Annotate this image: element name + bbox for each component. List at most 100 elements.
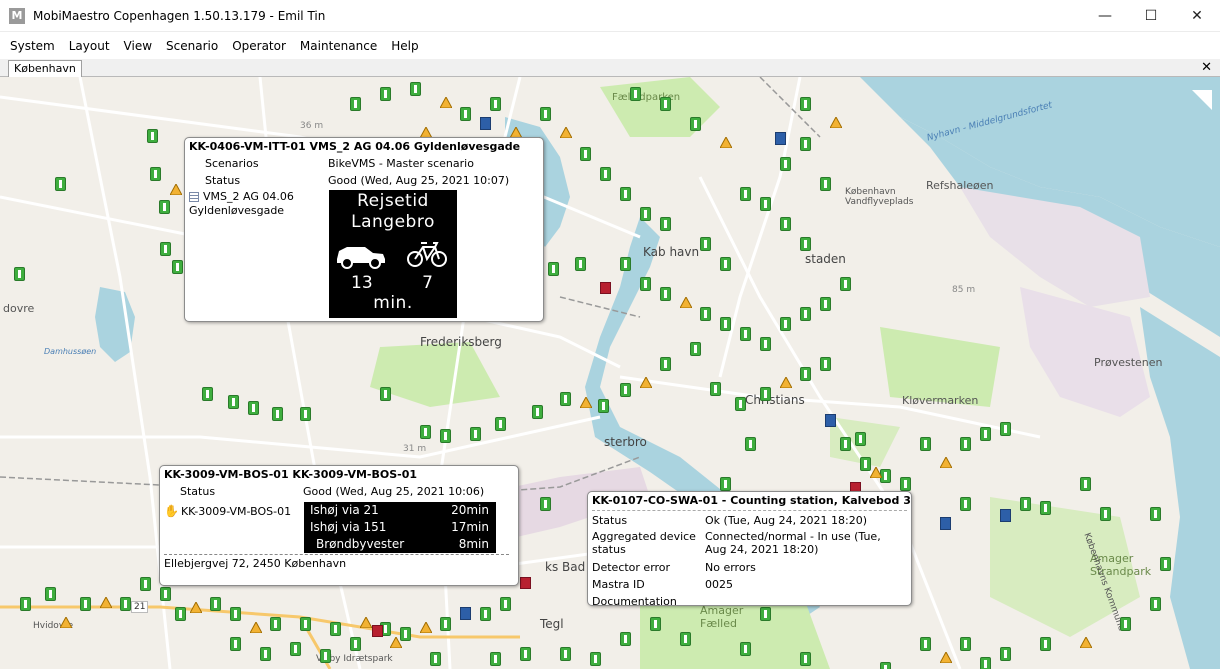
warning-marker-icon[interactable] bbox=[829, 115, 843, 129]
signal-marker-icon[interactable] bbox=[800, 367, 811, 381]
signal-marker-icon[interactable] bbox=[560, 647, 571, 661]
menu-system[interactable]: System bbox=[3, 33, 62, 59]
signal-marker-icon[interactable] bbox=[800, 137, 811, 151]
signal-marker-icon[interactable] bbox=[159, 200, 170, 214]
signal-marker-icon[interactable] bbox=[920, 637, 931, 651]
map-view[interactable]: Frederiksberg Christians sterbro Refshal… bbox=[0, 77, 1220, 669]
signal-marker-icon[interactable] bbox=[490, 97, 501, 111]
signal-marker-icon[interactable] bbox=[1120, 617, 1131, 631]
signal-marker-icon[interactable] bbox=[660, 217, 671, 231]
parking-marker-icon[interactable] bbox=[480, 117, 491, 130]
signal-marker-icon[interactable] bbox=[548, 262, 559, 276]
warning-marker-icon[interactable] bbox=[869, 465, 883, 479]
warning-marker-icon[interactable] bbox=[359, 615, 373, 629]
parking-marker-icon[interactable] bbox=[825, 414, 836, 427]
signal-marker-icon[interactable] bbox=[800, 237, 811, 251]
signal-marker-icon[interactable] bbox=[690, 342, 701, 356]
signal-marker-icon[interactable] bbox=[960, 497, 971, 511]
warning-marker-icon[interactable] bbox=[939, 455, 953, 469]
signal-marker-icon[interactable] bbox=[640, 207, 651, 221]
signal-marker-icon[interactable] bbox=[720, 477, 731, 491]
signal-marker-icon[interactable] bbox=[147, 129, 158, 143]
signal-marker-icon[interactable] bbox=[1000, 422, 1011, 436]
signal-marker-icon[interactable] bbox=[710, 382, 721, 396]
signal-marker-icon[interactable] bbox=[520, 647, 531, 661]
signal-marker-icon[interactable] bbox=[230, 637, 241, 651]
device-entry[interactable]: VMS_2 AG 04.06 Gyldenløvesgade bbox=[189, 190, 319, 218]
signal-marker-icon[interactable] bbox=[540, 497, 551, 511]
signal-marker-icon[interactable] bbox=[290, 642, 301, 656]
signal-marker-icon[interactable] bbox=[700, 307, 711, 321]
signal-marker-icon[interactable] bbox=[630, 87, 641, 101]
signal-marker-icon[interactable] bbox=[210, 597, 221, 611]
signal-marker-icon[interactable] bbox=[120, 597, 131, 611]
signal-marker-icon[interactable] bbox=[1150, 597, 1161, 611]
signal-marker-icon[interactable] bbox=[720, 317, 731, 331]
signal-marker-icon[interactable] bbox=[480, 607, 491, 621]
signal-marker-icon[interactable] bbox=[620, 257, 631, 271]
parking-marker-icon[interactable] bbox=[940, 517, 951, 530]
signal-marker-icon[interactable] bbox=[1000, 647, 1011, 661]
signal-marker-icon[interactable] bbox=[55, 177, 66, 191]
warning-marker-icon[interactable] bbox=[679, 295, 693, 309]
signal-marker-icon[interactable] bbox=[532, 405, 543, 419]
signal-marker-icon[interactable] bbox=[660, 357, 671, 371]
signal-marker-icon[interactable] bbox=[920, 437, 931, 451]
signal-marker-icon[interactable] bbox=[175, 607, 186, 621]
signal-marker-icon[interactable] bbox=[800, 652, 811, 666]
signal-marker-icon[interactable] bbox=[980, 427, 991, 441]
signal-marker-icon[interactable] bbox=[840, 277, 851, 291]
signal-marker-icon[interactable] bbox=[650, 617, 661, 631]
signal-marker-icon[interactable] bbox=[500, 597, 511, 611]
signal-marker-icon[interactable] bbox=[855, 432, 866, 446]
signal-marker-icon[interactable] bbox=[760, 197, 771, 211]
warning-marker-icon[interactable] bbox=[59, 615, 73, 629]
signal-marker-icon[interactable] bbox=[820, 357, 831, 371]
signal-marker-icon[interactable] bbox=[590, 652, 601, 666]
signal-marker-icon[interactable] bbox=[172, 260, 183, 274]
signal-marker-icon[interactable] bbox=[460, 107, 471, 121]
alarm-marker-icon[interactable] bbox=[600, 282, 611, 294]
signal-marker-icon[interactable] bbox=[660, 287, 671, 301]
warning-marker-icon[interactable] bbox=[99, 595, 113, 609]
signal-marker-icon[interactable] bbox=[820, 297, 831, 311]
menu-maintenance[interactable]: Maintenance bbox=[293, 33, 384, 59]
signal-marker-icon[interactable] bbox=[300, 617, 311, 631]
signal-marker-icon[interactable] bbox=[740, 327, 751, 341]
signal-marker-icon[interactable] bbox=[620, 383, 631, 397]
signal-marker-icon[interactable] bbox=[202, 387, 213, 401]
signal-marker-icon[interactable] bbox=[760, 337, 771, 351]
signal-marker-icon[interactable] bbox=[980, 657, 991, 669]
warning-marker-icon[interactable] bbox=[939, 650, 953, 664]
signal-marker-icon[interactable] bbox=[350, 637, 361, 651]
signal-marker-icon[interactable] bbox=[140, 577, 151, 591]
signal-marker-icon[interactable] bbox=[560, 392, 571, 406]
warning-marker-icon[interactable] bbox=[639, 375, 653, 389]
signal-marker-icon[interactable] bbox=[45, 587, 56, 601]
signal-marker-icon[interactable] bbox=[1100, 507, 1111, 521]
signal-marker-icon[interactable] bbox=[780, 217, 791, 231]
signal-marker-icon[interactable] bbox=[735, 397, 746, 411]
warning-marker-icon[interactable] bbox=[389, 635, 403, 649]
warning-marker-icon[interactable] bbox=[779, 375, 793, 389]
signal-marker-icon[interactable] bbox=[600, 167, 611, 181]
warning-marker-icon[interactable] bbox=[1079, 635, 1093, 649]
signal-marker-icon[interactable] bbox=[960, 637, 971, 651]
signal-marker-icon[interactable] bbox=[660, 97, 671, 111]
signal-marker-icon[interactable] bbox=[1150, 507, 1161, 521]
maximize-button[interactable]: ☐ bbox=[1128, 0, 1174, 32]
signal-marker-icon[interactable] bbox=[270, 617, 281, 631]
menu-scenario[interactable]: Scenario bbox=[159, 33, 225, 59]
warning-marker-icon[interactable] bbox=[189, 600, 203, 614]
signal-marker-icon[interactable] bbox=[1040, 501, 1051, 515]
signal-marker-icon[interactable] bbox=[700, 237, 711, 251]
parking-marker-icon[interactable] bbox=[460, 607, 471, 620]
signal-marker-icon[interactable] bbox=[760, 387, 771, 401]
signal-marker-icon[interactable] bbox=[420, 425, 431, 439]
signal-marker-icon[interactable] bbox=[248, 401, 259, 415]
warning-marker-icon[interactable] bbox=[419, 620, 433, 634]
signal-marker-icon[interactable] bbox=[1080, 477, 1091, 491]
signal-marker-icon[interactable] bbox=[160, 242, 171, 256]
signal-marker-icon[interactable] bbox=[260, 647, 271, 661]
signal-marker-icon[interactable] bbox=[745, 437, 756, 451]
